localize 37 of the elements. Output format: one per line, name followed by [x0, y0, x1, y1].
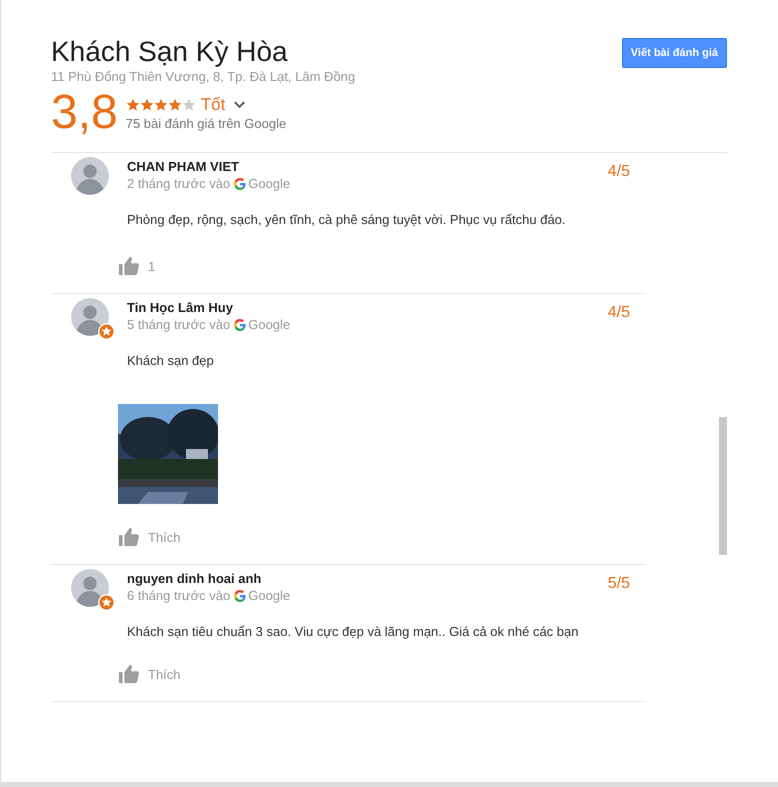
review-text: Khách sạn tiêu chuẩn 3 sao. Viu cực đẹp và lãng mạn.. Giá cả ok nhé các bạn: [127, 623, 580, 641]
rating-word[interactable]: Tốt: [200, 95, 226, 115]
thumbs-up-icon[interactable]: [118, 663, 140, 685]
google-logo-icon: [234, 178, 246, 190]
reviewer-name[interactable]: nguyen dinh hoai anh: [127, 571, 290, 586]
avatar[interactable]: [71, 569, 109, 607]
review-text: Khách sạn đẹp: [127, 352, 215, 370]
google-logo-icon: [234, 590, 246, 602]
review-rating: 4/5: [608, 304, 630, 323]
like-count[interactable]: Thích: [148, 666, 181, 682]
like-count[interactable]: 1: [148, 258, 156, 274]
write-review-button[interactable]: Viết bài đánh giá: [622, 38, 727, 68]
review-source: Google: [248, 176, 290, 191]
review-source: Google: [248, 317, 290, 332]
scrollbar-thumb[interactable]: [719, 417, 727, 555]
review-rating: 4/5: [608, 163, 630, 182]
review-source: Google: [248, 588, 290, 603]
avatar[interactable]: [71, 298, 109, 336]
thumbs-up-icon[interactable]: [118, 526, 140, 548]
review-count: 75 bài đánh giá trên Google: [126, 116, 286, 131]
place-address: 11 Phù Đổng Thiên Vương, 8, Tp. Đà Lạt, Lâm Đồng: [51, 69, 356, 84]
local-guide-badge-icon: [98, 594, 115, 611]
reviewer-name[interactable]: CHAN PHAM VIET: [127, 159, 290, 174]
like-count[interactable]: Thích: [148, 530, 181, 544]
review-time: 5 tháng trước vào: [127, 317, 230, 332]
local-guide-badge-icon: [98, 323, 115, 340]
thumbs-up-icon[interactable]: [118, 255, 140, 277]
chevron-down-icon[interactable]: [233, 100, 246, 110]
review-text: Phòng đẹp, rộng, sạch, yên tĩnh, cà phê sáng tuyệt vời. Phục vụ rấtchu đáo.: [127, 211, 567, 229]
reviewer-name[interactable]: Tin Học Lâm Huy: [127, 300, 290, 315]
review-time: 2 tháng trước vào: [127, 176, 230, 191]
google-logo-icon: [234, 318, 246, 330]
rating-score: 3,8: [51, 88, 118, 138]
avatar[interactable]: [71, 157, 109, 195]
place-title: Khách Sạn Kỳ Hòa: [51, 36, 289, 68]
review-rating: 5/5: [608, 575, 630, 594]
review-time: 6 tháng trước vào: [127, 588, 230, 603]
